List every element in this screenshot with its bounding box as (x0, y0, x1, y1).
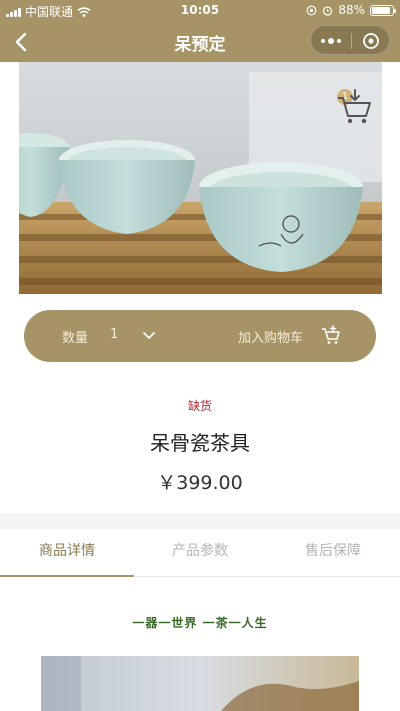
add-cart-icon[interactable] (320, 324, 342, 346)
status-bar: 中国联通 10:05 88% (0, 0, 400, 22)
tea-cups-photo (19, 62, 382, 294)
product-price: ￥399.00 (157, 472, 243, 494)
status-right: 88% (306, 3, 396, 17)
detail-photo (41, 656, 359, 711)
detail-tabs: 商品详情 产品参数 售后保障 (0, 529, 400, 577)
tab-after-sales[interactable]: 售后保障 (266, 529, 400, 576)
detail-slogan: 一器一世界 一茶一人生 (132, 616, 268, 630)
quantity-value[interactable]: 1 (110, 327, 118, 342)
add-to-cart-button[interactable]: 加入购物车 (238, 327, 303, 346)
battery-percent: 88% (338, 3, 365, 17)
tab-product-params[interactable]: 产品参数 (133, 529, 267, 576)
stock-status: 缺货 (187, 399, 212, 413)
purchase-bar: 数量 1 加入购物车 (24, 310, 376, 362)
floating-cart-icon[interactable] (334, 88, 374, 128)
miniprogram-capsule (310, 25, 390, 55)
alarm-icon (323, 5, 333, 16)
product-hero-image[interactable] (19, 62, 382, 294)
target-close-icon (363, 33, 379, 49)
battery-icon (370, 4, 396, 16)
location-lock-icon (306, 5, 317, 15)
quantity-label: 数量 (62, 331, 89, 346)
tab-product-details[interactable]: 商品详情 (0, 529, 134, 577)
section-divider (0, 513, 400, 529)
detail-image (41, 656, 359, 711)
more-menu-button[interactable] (311, 26, 351, 56)
close-miniprogram-button[interactable] (351, 26, 391, 56)
product-name: 呆骨瓷茶具 (150, 431, 250, 455)
chevron-down-icon[interactable] (141, 328, 157, 344)
navigation-bar: 呆预定 (0, 22, 400, 62)
